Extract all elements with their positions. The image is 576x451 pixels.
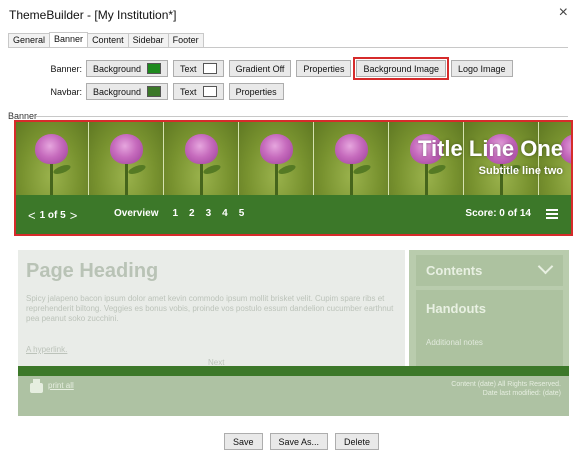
banner-background-swatch — [147, 63, 162, 74]
footer-accent-bar — [18, 366, 569, 376]
chevron-left-icon[interactable]: < — [28, 208, 36, 223]
tab-sidebar[interactable]: Sidebar — [127, 33, 169, 47]
content-body-text: Spicy jalapeno bacon ipsum dolor amet ke… — [26, 294, 394, 323]
sidebar-handouts-title: Handouts — [426, 301, 486, 316]
preview-navbar: < 1 of 5 > Overview 1 2 3 4 5 Score: 0 o… — [14, 195, 573, 236]
save-as-button[interactable]: Save As... — [269, 433, 329, 450]
clover-photo — [89, 120, 164, 195]
banner-title: Title Line One — [417, 136, 563, 161]
printer-icon[interactable] — [30, 379, 43, 393]
clover-photo — [239, 120, 314, 195]
banner-text-label: Text — [180, 63, 197, 74]
window-title: ThemeBuilder - [My Institution*] — [9, 8, 177, 22]
tab-strip: General Banner Content Sidebar Footer — [8, 32, 204, 47]
page-pager: < 1 of 5 > — [24, 208, 81, 223]
chevron-down-icon — [537, 258, 554, 275]
navbar-text-swatch — [202, 86, 217, 97]
background-image-button[interactable]: Background Image — [353, 57, 449, 80]
tab-general[interactable]: General — [8, 33, 51, 47]
preview-footer: print all Content (date) All Rights Rese… — [18, 376, 569, 416]
copyright-text: Content (date) All Rights Reserved. — [451, 381, 561, 388]
banner-background-button[interactable]: Background — [86, 60, 169, 77]
navbar-text-button[interactable]: Text — [173, 83, 224, 100]
navbar-background-label: Background — [93, 86, 142, 97]
page-heading: Page Heading — [26, 260, 159, 282]
footer-copyright: Content (date) All Rights Reserved. Date… — [451, 380, 561, 398]
content-hyperlink[interactable]: A hyperlink. — [26, 345, 67, 354]
sidebar-handouts-panel: Handouts Additional notes — [416, 290, 563, 372]
logo-image-button[interactable]: Logo Image — [451, 60, 513, 77]
tab-footer[interactable]: Footer — [167, 33, 204, 47]
clover-photo — [14, 120, 89, 195]
navbar-background-swatch — [147, 86, 162, 97]
nav-page-link[interactable]: 3 — [206, 208, 212, 219]
sidebar-contents-panel[interactable]: Contents — [416, 255, 563, 286]
page-counter: 1 of 5 — [39, 210, 66, 221]
preview-content: Page Heading Spicy jalapeno bacon ipsum … — [18, 250, 405, 376]
chevron-right-icon[interactable]: > — [70, 208, 78, 223]
navbar-settings-row: Navbar: Background Text Properties — [0, 83, 289, 100]
tab-banner[interactable]: Banner — [49, 32, 89, 46]
navbar-links: Overview 1 2 3 4 5 — [114, 208, 255, 219]
tab-divider — [8, 47, 568, 48]
banner-background-label: Background — [93, 63, 142, 74]
preview-banner: Title Line One Subtitle line two < 1 of … — [14, 120, 573, 236]
clover-photo — [314, 120, 389, 195]
clover-photo — [164, 120, 239, 195]
hamburger-menu-icon[interactable] — [546, 209, 558, 219]
preview-sidebar: Contents Handouts Additional notes — [409, 250, 569, 376]
score-display: Score: 0 of 14 — [465, 208, 531, 219]
close-icon[interactable]: × — [559, 5, 568, 21]
banner-properties-button[interactable]: Properties — [296, 60, 352, 77]
nav-page-link[interactable]: 5 — [239, 208, 245, 219]
navbar-properties-button[interactable]: Properties — [228, 83, 284, 100]
sidebar-notes-text: Additional notes — [426, 338, 483, 347]
nav-overview-link[interactable]: Overview — [114, 208, 158, 219]
banner-text-button[interactable]: Text — [173, 60, 224, 77]
last-modified-text: Date last modified: (date) — [482, 390, 561, 397]
navbar-row-label: Navbar: — [50, 86, 82, 97]
delete-button[interactable]: Delete — [335, 433, 380, 450]
nav-page-link[interactable]: 1 — [172, 208, 178, 219]
nav-page-link[interactable]: 4 — [222, 208, 228, 219]
navbar-text-label: Text — [180, 86, 197, 97]
banner-settings-row: Banner: Background Text Gradient Off Pro… — [0, 57, 518, 80]
banner-subtitle: Subtitle line two — [478, 165, 563, 177]
theme-preview: Title Line One Subtitle line two < 1 of … — [14, 120, 573, 419]
title-bar: ThemeBuilder - [My Institution*] × — [0, 0, 576, 28]
banner-text-swatch — [202, 63, 217, 74]
nav-page-link[interactable]: 2 — [189, 208, 195, 219]
print-all-link[interactable]: print all — [48, 381, 74, 390]
navbar-background-button[interactable]: Background — [86, 83, 169, 100]
save-button[interactable]: Save — [224, 433, 263, 450]
tab-content[interactable]: Content — [87, 33, 129, 47]
gradient-off-button[interactable]: Gradient Off — [228, 60, 292, 77]
banner-group-divider — [36, 116, 568, 117]
banner-row-label: Banner: — [50, 63, 82, 74]
dialog-buttons: Save Save As... Delete — [224, 433, 386, 450]
sidebar-contents-title: Contents — [426, 263, 483, 278]
